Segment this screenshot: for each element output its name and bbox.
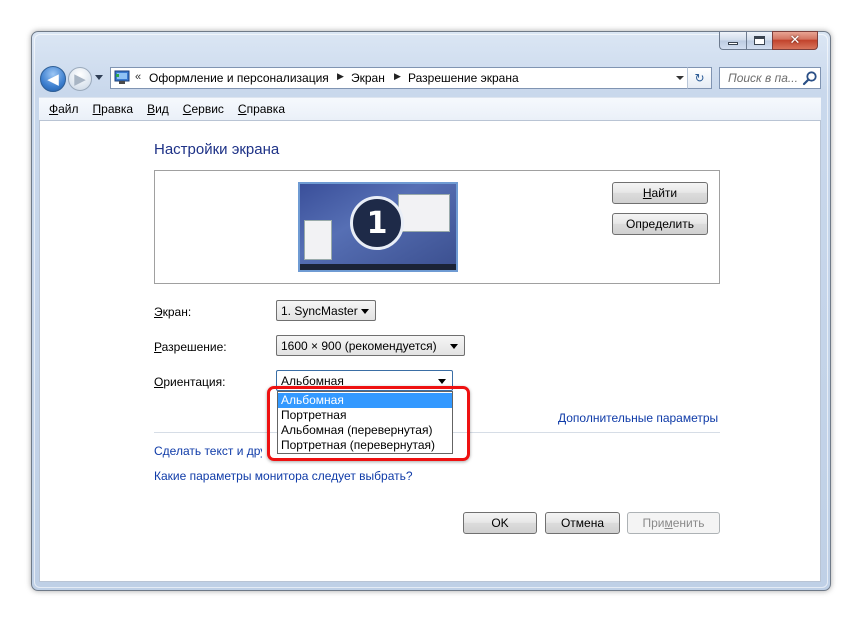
resolution-select[interactable]: 1600 × 900 (рекомендуется) [276,335,465,356]
forward-button[interactable]: ▶ [68,67,92,91]
menu-help[interactable]: Справка [238,102,285,116]
monitor-1-tile[interactable]: 1 [298,182,458,272]
breadcrumb-item-screen[interactable]: Экран [351,71,385,85]
back-button[interactable]: ◀ [40,66,66,92]
monitor-help-link[interactable]: Какие параметры монитора следует выбрать… [154,469,413,483]
monitor-window-thumbnail [398,194,450,232]
chevron-down-icon [361,309,369,314]
refresh-button[interactable]: ↻ [687,67,712,89]
label-text: риентация: [163,375,226,389]
search-icon[interactable] [802,70,818,86]
minimize-button[interactable] [719,31,746,50]
control-panel-icon [114,70,130,84]
menu-label: ид [155,102,169,116]
text-size-link[interactable]: Сделать текст и другие элементы больше и… [154,444,262,458]
search-placeholder: Поиск в па... [728,71,798,85]
ok-button[interactable]: OK [463,512,537,534]
resolution-label: Разрешение: [154,340,227,354]
identify-button[interactable]: Опре д елить [612,213,708,235]
screen-label: Экран: [154,305,191,319]
label-accel: Р [154,340,162,354]
label-accel: Э [154,305,163,319]
monitor-window-thumbnail [304,220,332,260]
button-accel: д [655,217,663,231]
button-accel: м [664,516,673,530]
page-title: Настройки экрана [154,141,280,158]
menu-label: ервис [191,102,224,116]
advanced-settings-link[interactable]: Дополнительные параметры [558,411,718,425]
close-icon: ✕ [789,33,801,48]
cancel-button[interactable]: Отмена [545,512,620,534]
caption-buttons: ✕ [719,31,818,51]
button-accel: Н [642,186,652,200]
maximize-button[interactable] [746,31,772,50]
menu-file[interactable]: Файл [49,102,79,116]
menu-bar: Файл Правка Вид Сервис Справка [39,97,821,121]
menu-edit[interactable]: Правка [93,102,134,116]
menu-label: равка [101,102,134,116]
forward-arrow-icon: ▶ [74,69,86,88]
maximize-icon [754,36,765,45]
button-label: енить [672,516,705,530]
button-label: Отмена [560,516,605,530]
recent-pages-dropdown-icon[interactable] [95,75,103,80]
red-highlight-frame [267,386,470,461]
screen-select-value: 1. SyncMaster [281,304,358,318]
address-dropdown-icon[interactable] [676,76,684,80]
menu-tools[interactable]: Сервис [183,102,224,116]
breadcrumb-item-resolution[interactable]: Разрешение экрана [408,71,519,85]
monitor-number-badge: 1 [350,196,404,250]
breadcrumb-item-personalization[interactable]: Оформление и персонализация [149,71,329,85]
menu-accel: В [147,102,156,116]
minimize-icon [728,42,738,45]
button-label: айти [651,186,678,200]
resolution-select-value: 1600 × 900 (рекомендуется) [281,339,437,353]
close-button[interactable]: ✕ [772,31,818,50]
apply-button[interactable]: При м енить [627,512,720,534]
address-bar[interactable]: « Оформление и персонализация ▶ Экран ▶ … [110,67,712,89]
label-text: кран: [162,305,192,319]
button-label: елить [662,217,694,231]
orientation-label: Ориентация: [154,375,225,389]
screen-select[interactable]: 1. SyncMaster [276,300,376,321]
back-arrow-icon: ◀ [47,69,59,88]
label-accel: О [154,375,164,389]
breadcrumb-separator[interactable]: ▶ [394,71,401,82]
refresh-icon: ↻ [694,71,705,85]
label-text: азрешение: [161,340,227,354]
chevron-down-icon [450,344,458,349]
button-label: OK [491,516,509,530]
menu-accel: С [237,102,247,116]
menu-accel: П [92,102,102,116]
menu-label: правка [246,102,285,116]
monitor-taskbar [300,264,456,270]
breadcrumb-separator[interactable]: ▶ [337,71,344,82]
menu-label: айл [58,102,79,116]
button-label: Опре [626,217,656,231]
find-button[interactable]: Найти [612,182,708,204]
chevron-down-icon [438,379,446,384]
search-box[interactable]: Поиск в па... [719,67,821,89]
button-label: При [642,516,665,530]
breadcrumb-overflow[interactable]: « [135,71,141,83]
menu-view[interactable]: Вид [147,102,169,116]
menu-accel: Ф [49,102,59,116]
